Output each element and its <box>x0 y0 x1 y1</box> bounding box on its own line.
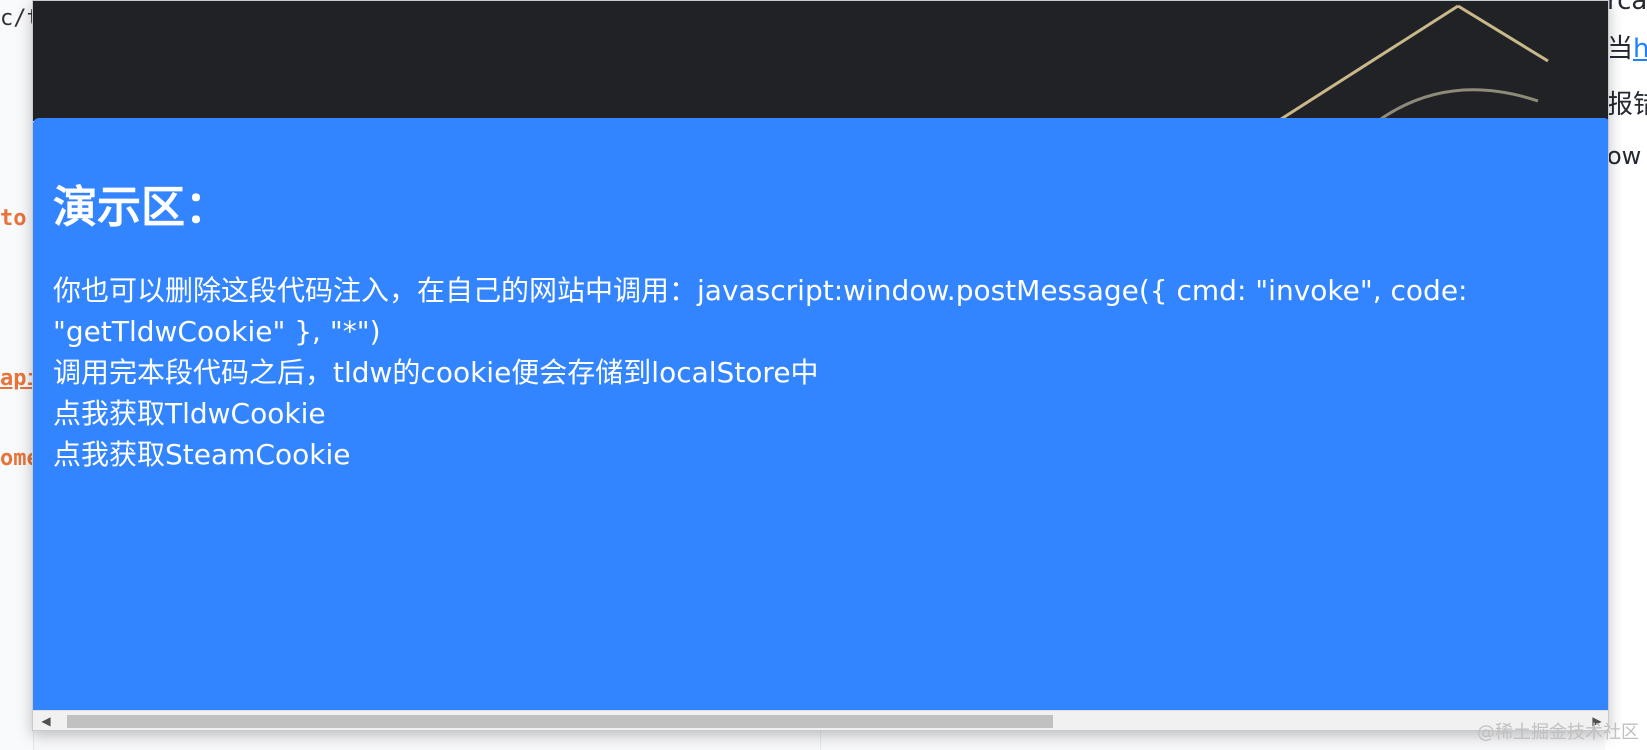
demo-panel: 演示区： 你也可以删除这段代码注入，在自己的网站中调用：javascript:w… <box>33 118 1608 712</box>
article-fragment: 报错 <box>1607 90 1647 120</box>
dark-banner <box>33 1 1608 121</box>
demo-iframe: 演示区： 你也可以删除这段代码注入，在自己的网站中调用：javascript:w… <box>32 0 1609 731</box>
article-link[interactable]: h <box>1633 34 1647 64</box>
banner-art-icon <box>1277 4 1549 121</box>
article-fragment: ow <box>1607 142 1642 170</box>
background-code-column: c/t to api ome <box>0 0 40 750</box>
instruction-text: 你也可以删除这段代码注入，在自己的网站中调用：javascript:window… <box>53 274 1468 348</box>
demo-title: 演示区： <box>53 182 229 233</box>
background-article-column: rca 当h 报错 ow <box>1605 0 1647 750</box>
horizontal-scrollbar[interactable]: ◀ ▶ <box>33 710 1608 730</box>
article-fragment: rca <box>1607 0 1647 16</box>
code-fragment: to <box>0 206 27 231</box>
watermark: @稀土掘金技术社区 <box>1477 722 1639 743</box>
article-fragment-text: 当 <box>1607 34 1634 64</box>
scroll-left-icon[interactable]: ◀ <box>39 714 53 728</box>
screen: c/t to api ome rca 当h 报错 ow 演示区： 你也可以删除这… <box>0 0 1647 750</box>
instruction-text: 调用完本段代码之后，tldw的cookie便会存储到localStore中 <box>53 356 819 389</box>
scrollbar-thumb[interactable] <box>67 715 1053 728</box>
article-fragment: 当h <box>1607 28 1647 65</box>
get-tldw-cookie-link[interactable]: 点我获取TldwCookie <box>53 393 1553 434</box>
get-steam-cookie-link[interactable]: 点我获取SteamCookie <box>53 434 1553 475</box>
